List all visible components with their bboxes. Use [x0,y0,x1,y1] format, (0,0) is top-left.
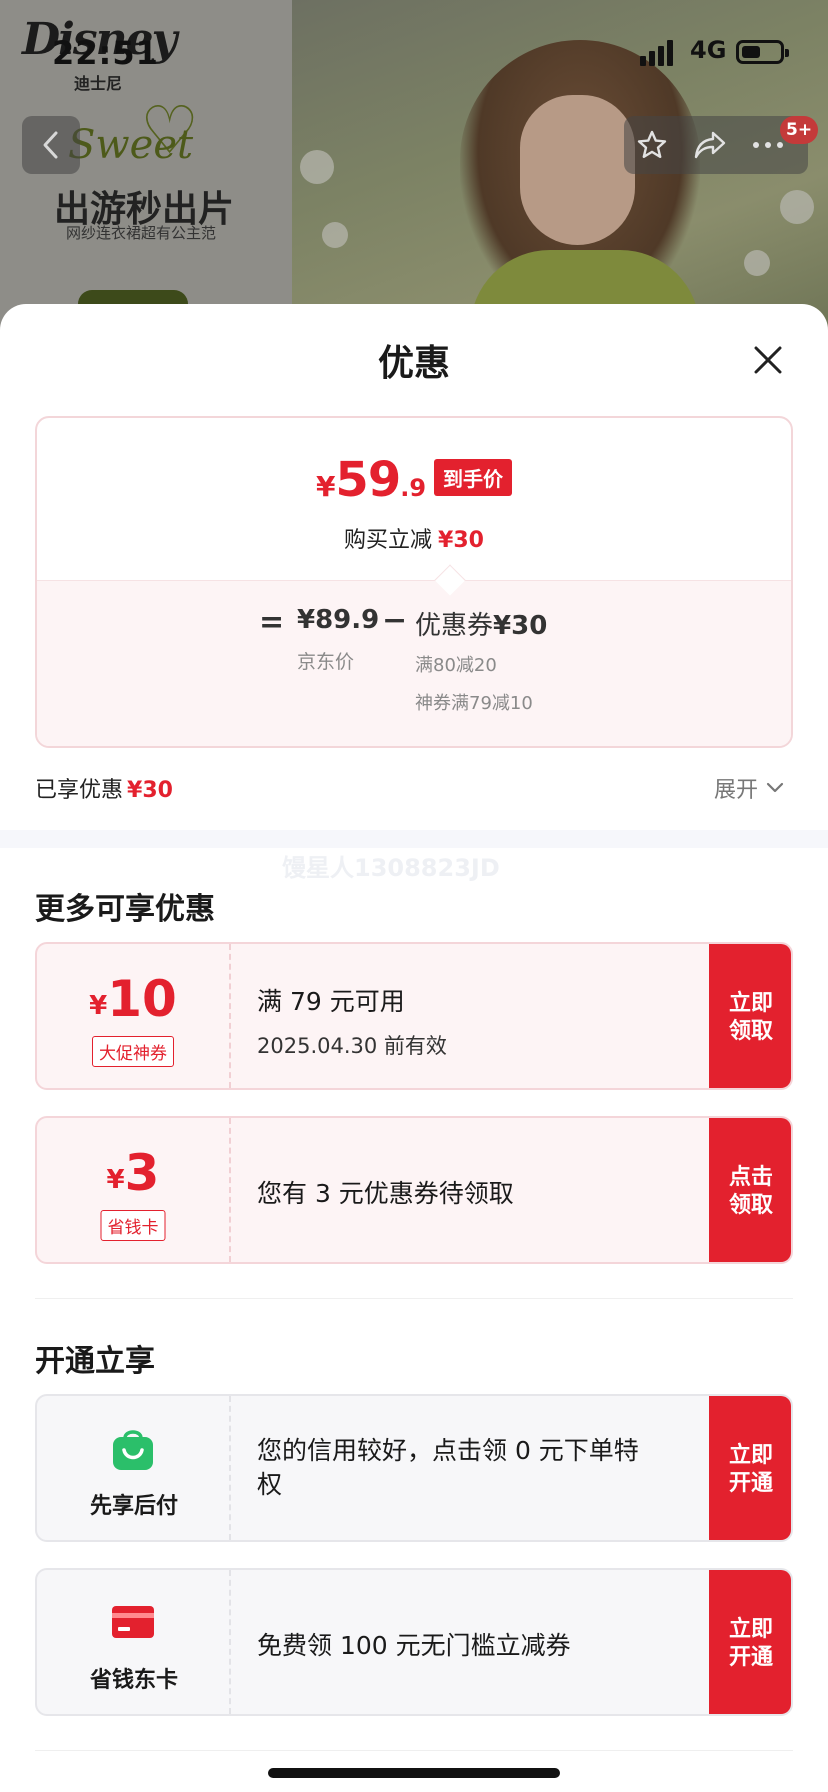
instant-reduction: 购买立减 ¥30 [37,522,791,554]
coupon-type-tag: 省钱卡 [100,1210,166,1241]
final-price: ¥59.9 到手价 [37,452,791,508]
back-button[interactable] [22,116,80,174]
coupon-amount-number: 3 [124,1144,160,1202]
price-summary-card: ¥59.9 到手价 购买立减 ¥30 = ¥89.9 京东价 − 优惠券¥30 满8… [35,416,793,748]
expand-toggle[interactable]: 展开 [714,772,784,804]
coupon-description: 您有 3 元优惠券待领取 [257,1179,514,1208]
coupon-value: ¥10 大促神券 [37,944,231,1088]
share-button[interactable] [692,127,728,163]
promo-subtitle: 网纱连衣裙超有公主范 [66,224,217,242]
status-bar: 22:51 4G [0,0,828,100]
price-breakdown: = ¥89.9 京东价 − 优惠券¥30 满80减20 神券满79减10 [37,580,791,746]
coupon-info: 您有 3 元优惠券待领取 [257,1118,637,1262]
service-name: 省钱东卡 [89,1668,178,1693]
open-benefits-title: 开通立享 [35,1344,155,1379]
service-description: 您的信用较好，点击领 0 元下单特权 [257,1436,639,1499]
activate-button[interactable]: 立即开通 [709,1570,791,1714]
red-card-icon [112,1606,154,1638]
flower-shape [780,190,814,224]
jd-price: ¥89.9 [297,605,380,635]
activate-button[interactable]: 立即开通 [709,1396,791,1540]
final-price-area: ¥59.9 到手价 购买立减 ¥30 [37,418,791,580]
close-button[interactable] [748,340,788,380]
service-info: 您的信用较好，点击领 0 元下单特权 [257,1396,639,1540]
sheet-title: 优惠 [377,343,450,384]
coupon-value: ¥3 省钱卡 [37,1118,231,1262]
network-type: 4G [690,36,727,64]
price-integer: 59 [335,452,401,508]
discount-sheet: 优惠 ¥59.9 到手价 购买立减 ¥30 = ¥89.9 京东价 − 优惠券¥30… [0,304,828,1792]
watermark: 馒星人1308823JD [282,854,500,882]
green-shopping-bag-icon [113,1430,153,1470]
coupon-amount: ¥3 [37,1144,229,1202]
service-info: 免费领 100 元无门槛立减券 [257,1570,637,1714]
enjoyed-discount: 已享优惠 ¥30 [35,772,173,804]
service-description: 免费领 100 元无门槛立减券 [257,1631,571,1660]
coupon-total: 优惠券¥30 [415,605,547,642]
currency-symbol: ¥ [315,470,336,503]
chevron-down-icon [766,782,784,793]
service-brand: 先享后付 [37,1396,231,1540]
coupon-detail: 神券满79减10 [415,693,533,714]
expand-label: 展开 [714,778,759,803]
more-offers-title: 更多可享优惠 [35,892,215,927]
coupon-info: 满 79 元可用 2025.04.30 前有效 [257,944,637,1088]
sweet-script: Sweet [68,122,194,168]
service-card: 先享后付 您的信用较好，点击领 0 元下单特权 立即开通 [35,1394,793,1542]
service-brand: 省钱东卡 [37,1570,231,1714]
flower-shape [300,150,334,184]
more-dots-icon [753,142,783,148]
notification-badge: 5+ [780,116,819,144]
coupon-card: ¥10 大促神券 满 79 元可用 2025.04.30 前有效 立即领取 [35,942,793,1090]
coupon-detail: 满80减20 [415,655,497,676]
claim-coupon-button[interactable]: 点击领取 [709,1118,791,1262]
section-divider [0,830,828,848]
minus-sign: − [382,603,408,638]
price-decimal: .9 [400,474,427,502]
flower-shape [744,250,770,276]
coupon-card: ¥3 省钱卡 您有 3 元优惠券待领取 点击领取 [35,1116,793,1264]
coupon-amount-number: 10 [107,970,177,1028]
service-name: 先享后付 [89,1494,178,1519]
chevron-left-icon [43,131,58,159]
signal-icon [640,40,680,66]
currency-symbol: ¥ [106,1165,125,1195]
share-icon [694,131,726,159]
coupon-expiry: 2025.04.30 前有效 [257,1034,447,1058]
reduction-label: 购买立减 [344,528,433,553]
photo-face [520,95,635,245]
coupon-amount: ¥10 [37,970,229,1028]
equals-sign: = [259,605,285,640]
home-indicator[interactable] [268,1768,560,1778]
enjoyed-label: 已享优惠 [35,778,124,803]
flower-shape [322,222,348,248]
battery-icon [736,40,789,64]
jd-price-label: 京东价 [297,651,355,673]
reduction-amount: ¥30 [438,528,484,553]
coupon-condition: 满 79 元可用 [257,987,405,1016]
favorite-button[interactable] [634,127,670,163]
coupon-total-amount: ¥30 [493,611,548,641]
divider [35,1750,793,1751]
star-icon [637,130,667,158]
service-card: 省钱东卡 免费领 100 元无门槛立减券 立即开通 [35,1568,793,1716]
claim-coupon-button[interactable]: 立即领取 [709,944,791,1088]
final-price-tag: 到手价 [434,459,513,496]
coupon-total-label: 优惠券 [415,611,494,641]
coupon-type-tag: 大促神券 [92,1036,174,1067]
currency-symbol: ¥ [89,991,108,1021]
clock: 22:51 [52,34,159,72]
close-icon [754,346,782,374]
enjoyed-amount: ¥30 [127,778,173,803]
divider [35,1298,793,1299]
